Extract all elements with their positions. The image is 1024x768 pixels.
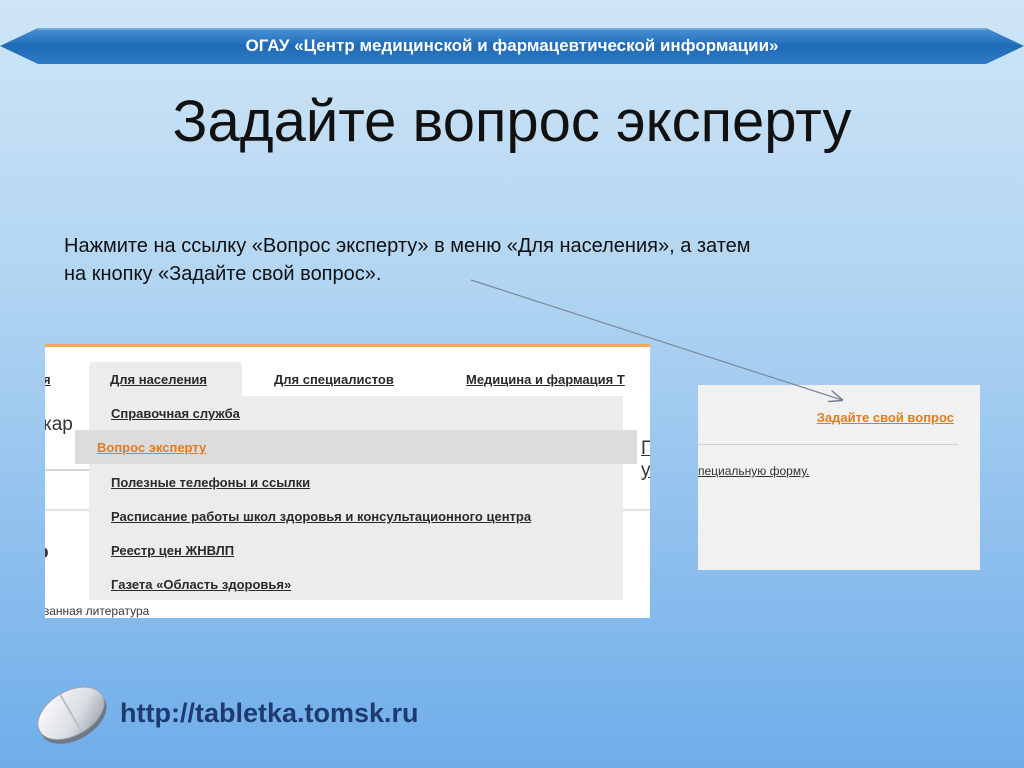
ask-screenshot: Задайте свой вопрос пециальную форму. (698, 385, 980, 570)
instruction-line-1: Нажмите на ссылку «Вопрос эксперту» в ме… (64, 235, 751, 257)
pill-icon (37, 686, 107, 744)
form-hint-text[interactable]: пециальную форму. (698, 464, 809, 478)
fragment-right-top: П (641, 438, 650, 459)
ask-divider (698, 444, 958, 445)
dropdown-item-schedule[interactable]: Расписание работы школ здоровья и консул… (111, 509, 531, 524)
banner-title: ОГАУ «Центр медицинской и фармацевтическ… (245, 36, 779, 55)
dropdown-menu (89, 396, 623, 600)
instruction-line-2: на кнопку «Задайте свой вопрос». (64, 263, 382, 285)
header-banner: ОГАУ «Центр медицинской и фармацевтическ… (0, 28, 1024, 64)
fragment-left-digit: о (45, 542, 49, 564)
dropdown-item-help-desk[interactable]: Справочная служба (111, 406, 240, 421)
nav-item-home[interactable]: я (45, 372, 51, 387)
slide-title: Задайте вопрос эксперту (172, 89, 852, 154)
divider-left (45, 469, 89, 471)
site-url[interactable]: http://tabletka.tomsk.ru (120, 698, 419, 729)
fragment-left-word: кар (45, 414, 73, 435)
dropdown-item-price-registry[interactable]: Реестр цен ЖНВЛП (111, 543, 234, 558)
ask-question-link[interactable]: Задайте свой вопрос (817, 410, 954, 425)
menu-screenshot: я Для населения Для специалистов Медицин… (45, 344, 650, 618)
dropdown-item-ask-expert[interactable]: Вопрос эксперту (97, 440, 206, 455)
dropdown-item-useful-phones[interactable]: Полезные телефоны и ссылки (111, 475, 310, 490)
nav-item-population[interactable]: Для населения (110, 372, 207, 387)
dropdown-item-newspaper[interactable]: Газета «Область здоровья» (111, 577, 291, 592)
nav-item-specialists[interactable]: Для специалистов (274, 372, 394, 387)
fragment-bottom-link[interactable]: ванная литература (45, 604, 149, 618)
instruction-text: Нажмите на ссылку «Вопрос эксперту» в ме… (64, 232, 964, 288)
orange-top-border (45, 344, 650, 347)
nav-item-medicine[interactable]: Медицина и фармация Т (466, 372, 625, 387)
fragment-right-bottom: у (641, 460, 650, 481)
